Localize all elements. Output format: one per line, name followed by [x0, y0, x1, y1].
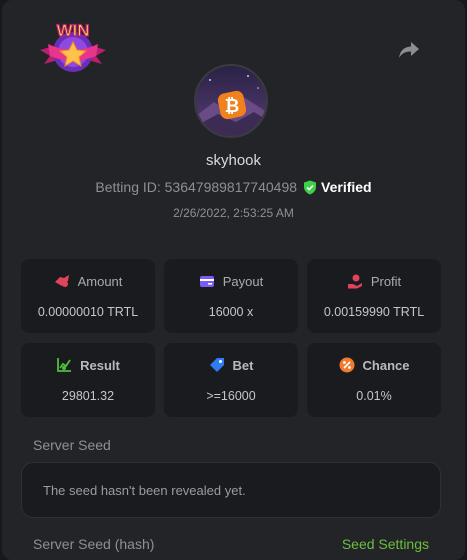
stat-label: Profit	[370, 273, 402, 289]
server-seed-message: The seed hasn't been revealed yet.	[43, 482, 246, 498]
bet-details-panel: WIN ₿ skyhook Betting ID: 53647989817740…	[2, 0, 465, 560]
verified-label: Verified	[321, 179, 372, 195]
bet-timestamp: 2/26/2022, 2:53:25 AM	[173, 206, 294, 220]
seed-settings-link[interactable]: Seed Settings	[342, 536, 429, 552]
stat-bet: Bet >=16000	[164, 343, 298, 417]
tag-icon	[209, 358, 224, 372]
stat-profit: Profit 0.00159990 TRTL	[307, 259, 441, 333]
stat-label: Bet	[232, 357, 254, 373]
stat-value: 0.00000010 TRTL	[37, 305, 139, 319]
svg-text:WIN: WIN	[56, 21, 89, 40]
verified-badge: Verified	[303, 179, 372, 195]
stat-chance: Chance 0.01%	[307, 343, 441, 417]
betting-id-row: Betting ID: 53647989817740498 Verified	[2, 179, 465, 195]
hand-coin-icon	[347, 274, 362, 289]
share-button[interactable]	[395, 36, 423, 64]
wallet-icon	[199, 276, 214, 287]
win-badge-icon: WIN	[36, 16, 110, 78]
stat-value: 0.01%	[356, 389, 392, 403]
chart-icon	[57, 358, 72, 372]
server-seed-label: Server Seed	[33, 437, 111, 453]
stat-label: Amount	[77, 273, 123, 289]
stat-payout: Payout 16000 x	[164, 259, 298, 333]
stat-label: Chance	[362, 357, 410, 373]
stat-label: Result	[80, 357, 120, 373]
coins-icon	[54, 275, 69, 287]
stat-value: 16000 x	[208, 305, 254, 319]
avatar: ₿	[194, 64, 268, 138]
server-seed-hash-label: Server Seed (hash)	[33, 536, 155, 552]
shield-check-icon	[304, 180, 317, 194]
betting-id: Betting ID: 53647989817740498	[95, 179, 298, 195]
stat-value: 0.00159990 TRTL	[323, 305, 425, 319]
share-icon	[399, 42, 419, 58]
bet-stats-grid: Amount 0.00000010 TRTL Payout 16000 x Pr…	[21, 259, 441, 417]
svg-text:₿: ₿	[225, 96, 240, 116]
stat-value: >=16000	[206, 389, 256, 403]
stat-result: Result 29801.32	[21, 343, 155, 417]
stat-amount: Amount 0.00000010 TRTL	[21, 259, 155, 333]
stat-value: 29801.32	[61, 389, 115, 403]
percent-icon	[339, 357, 355, 373]
username: skyhook	[205, 152, 262, 169]
stat-label: Payout	[222, 273, 264, 289]
server-seed-box: The seed hasn't been revealed yet.	[21, 462, 441, 518]
